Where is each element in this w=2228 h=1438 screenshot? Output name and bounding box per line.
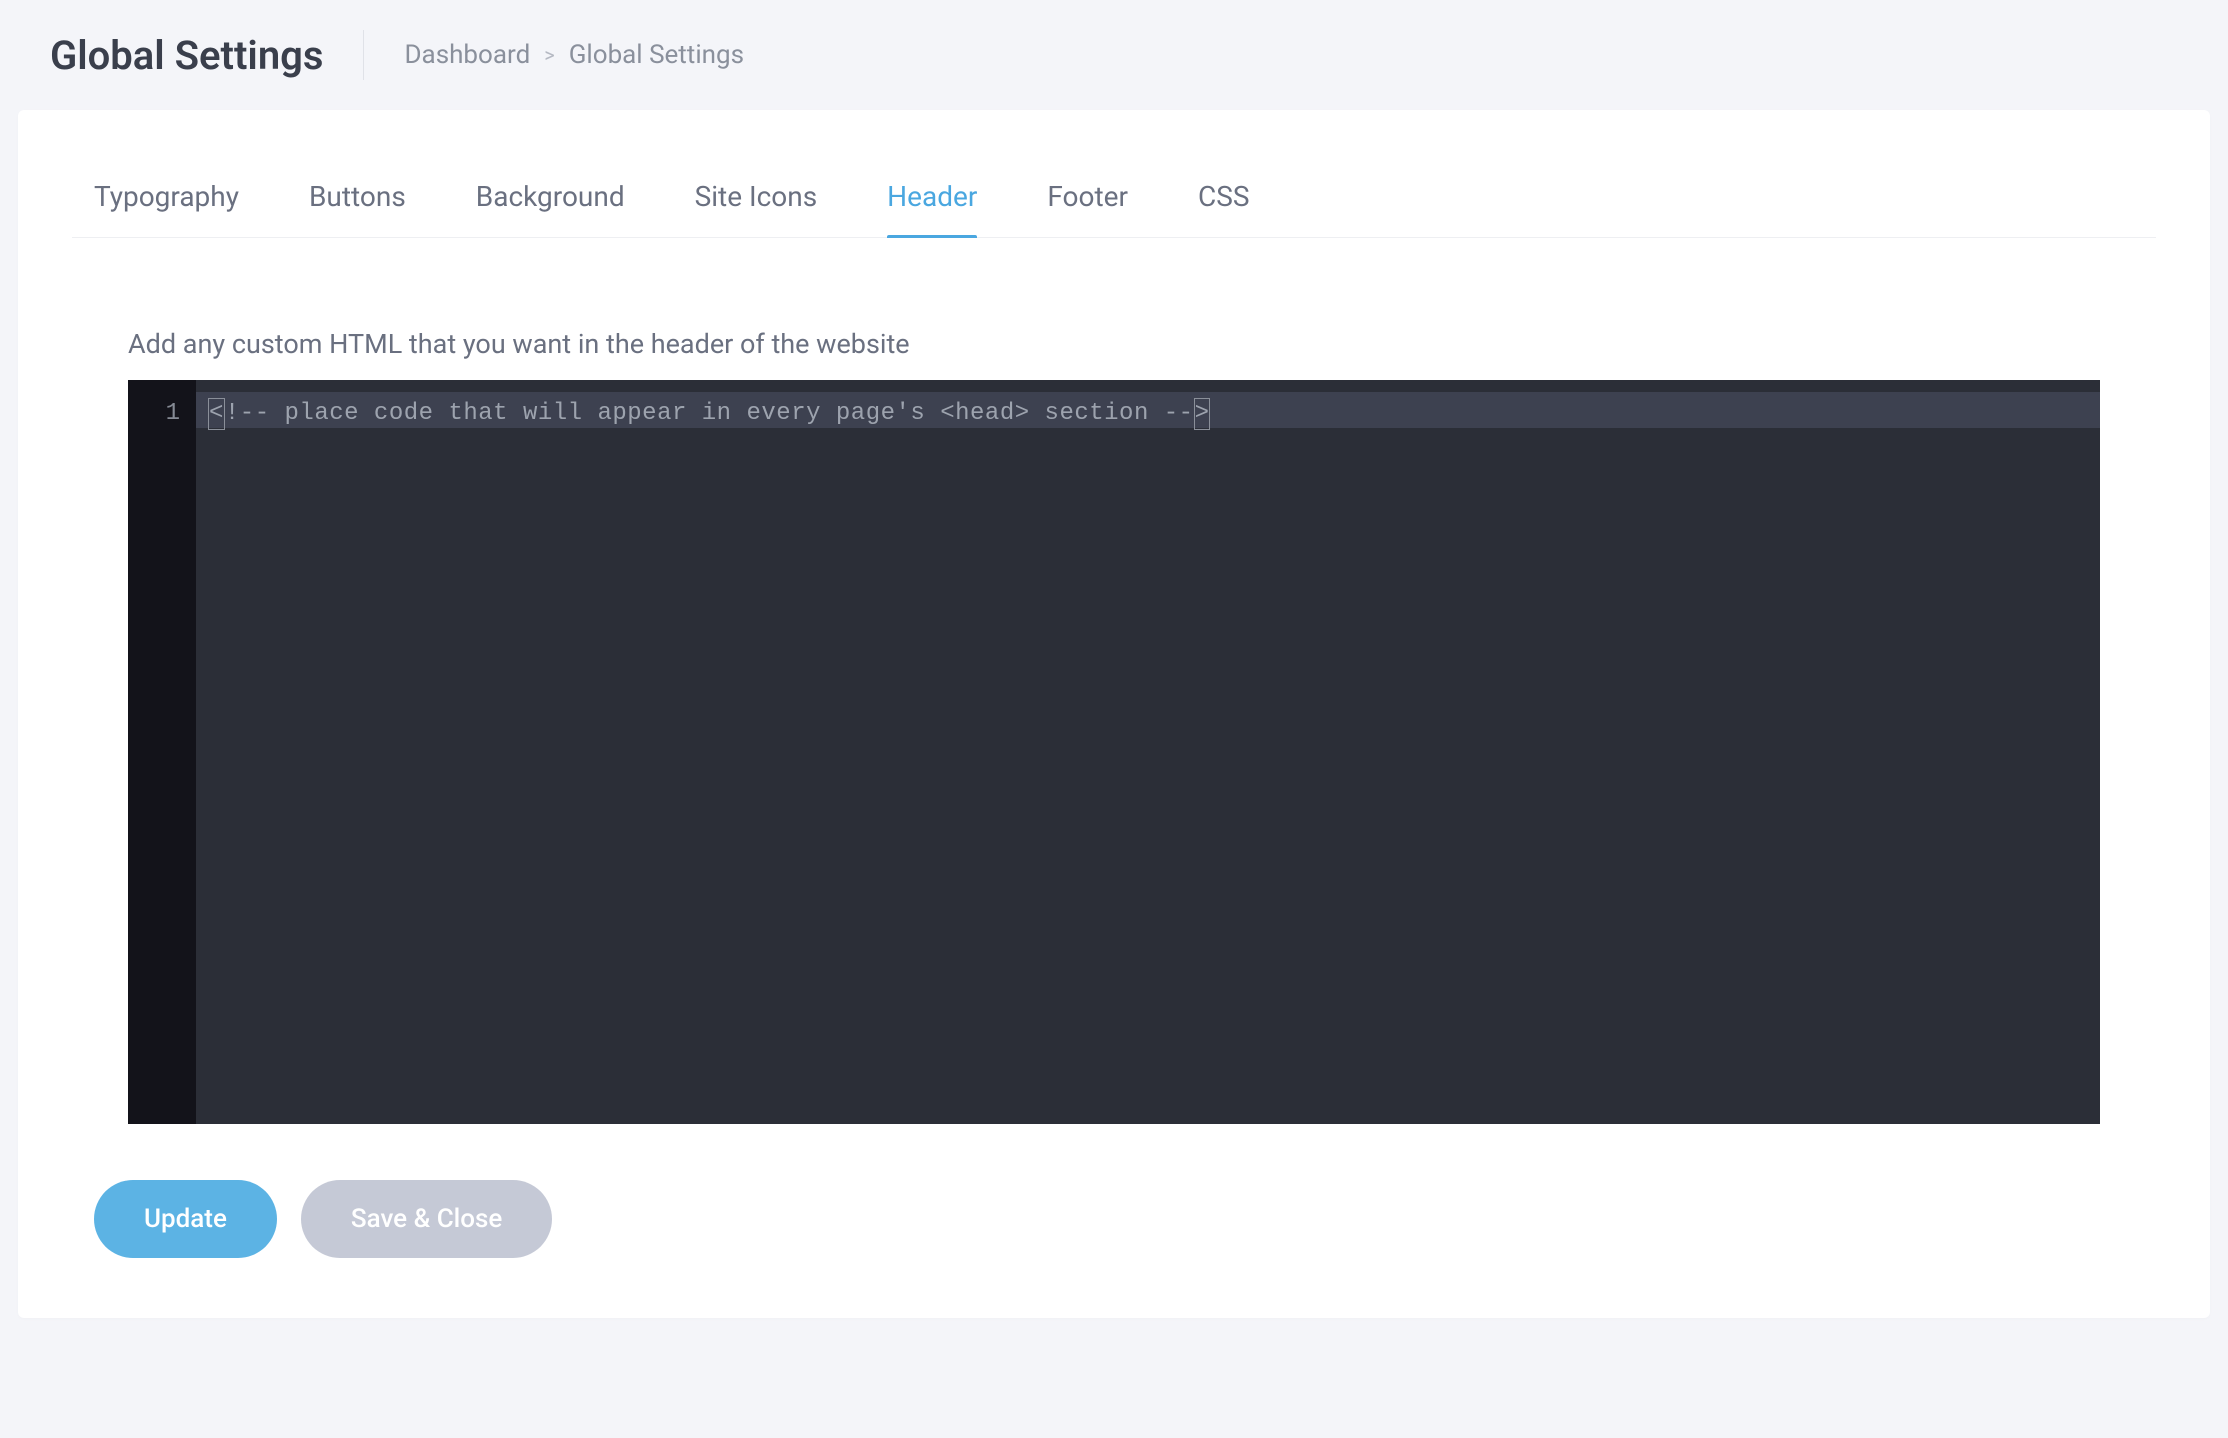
tab-typography[interactable]: Typography bbox=[94, 180, 239, 237]
content-card: Typography Buttons Background Site Icons… bbox=[18, 110, 2210, 1318]
page-title: Global Settings bbox=[50, 32, 323, 79]
editor-gutter: 1 bbox=[128, 380, 196, 1124]
tab-css[interactable]: CSS bbox=[1198, 180, 1249, 237]
tab-footer[interactable]: Footer bbox=[1047, 180, 1128, 237]
breadcrumb-item-current[interactable]: Global Settings bbox=[569, 40, 744, 70]
page-header: Global Settings Dashboard > Global Setti… bbox=[0, 0, 2228, 110]
tab-header[interactable]: Header bbox=[887, 180, 977, 237]
line-number: 1 bbox=[128, 396, 180, 432]
form-section: Add any custom HTML that you want in the… bbox=[72, 238, 2156, 1124]
action-buttons: Update Save & Close bbox=[72, 1124, 2156, 1258]
chevron-right-icon: > bbox=[544, 43, 554, 67]
breadcrumb: Dashboard > Global Settings bbox=[404, 40, 744, 70]
tabs-nav: Typography Buttons Background Site Icons… bbox=[72, 180, 2156, 238]
header-divider bbox=[363, 30, 364, 80]
editor-line-1-text: !-- place code that will appear in every… bbox=[225, 400, 1194, 427]
tab-buttons[interactable]: Buttons bbox=[309, 180, 406, 237]
update-button[interactable]: Update bbox=[94, 1180, 277, 1258]
header-html-label: Add any custom HTML that you want in the… bbox=[128, 328, 2100, 360]
code-editor[interactable]: 1 <!-- place code that will appear in ev… bbox=[128, 380, 2100, 1124]
tab-site-icons[interactable]: Site Icons bbox=[695, 180, 818, 237]
editor-line-1[interactable]: <!-- place code that will appear in ever… bbox=[196, 380, 2100, 432]
editor-content[interactable]: <!-- place code that will appear in ever… bbox=[196, 380, 2100, 1124]
tab-background[interactable]: Background bbox=[476, 180, 625, 237]
save-close-button[interactable]: Save & Close bbox=[301, 1180, 552, 1258]
breadcrumb-item-dashboard[interactable]: Dashboard bbox=[404, 40, 530, 70]
